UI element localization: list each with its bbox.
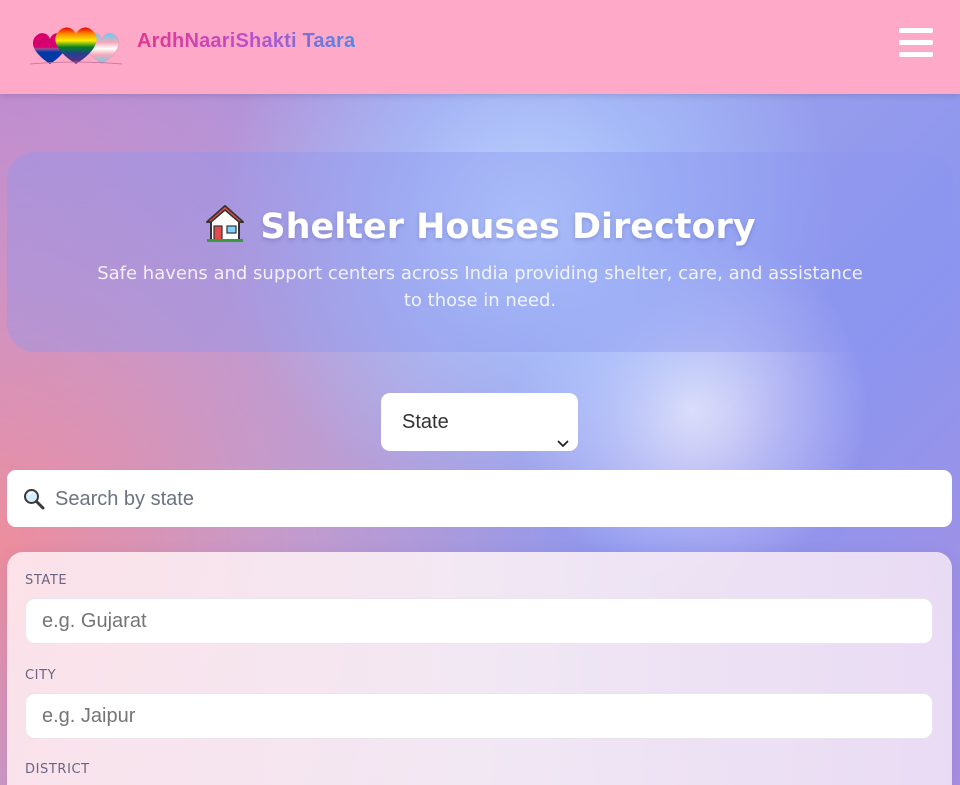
state-select[interactable]: State [381, 393, 578, 451]
page-title-text: Shelter Houses Directory [260, 207, 756, 247]
page-subtitle: Safe havens and support centers across I… [97, 263, 863, 311]
house-icon [204, 202, 246, 244]
menu-bar [899, 28, 933, 33]
hero-card: Shelter Houses Directory Safe havens and… [7, 152, 953, 352]
filter-form: STATE CITY DISTRICT [7, 552, 952, 785]
state-select-value: State [402, 411, 449, 433]
city-field-label: CITY [25, 668, 57, 683]
menu-bar [899, 52, 933, 57]
brand-name[interactable]: ArdhNaariShakti Taara [137, 30, 355, 53]
page-title: Shelter Houses Directory [7, 202, 953, 247]
state-field-label: STATE [25, 573, 68, 588]
search-bar [7, 470, 952, 529]
hamburger-menu-icon[interactable] [899, 26, 933, 58]
top-header: ArdhNaariShakti Taara [0, 0, 960, 94]
state-field[interactable] [25, 598, 933, 644]
menu-bar [899, 40, 933, 45]
rainbow-hearts-logo-icon[interactable] [28, 24, 124, 68]
magnifier-icon [22, 487, 46, 511]
city-field[interactable] [25, 693, 933, 739]
chevron-down-icon [557, 415, 569, 447]
district-field-label: DISTRICT [25, 762, 90, 777]
search-input[interactable] [53, 470, 937, 529]
